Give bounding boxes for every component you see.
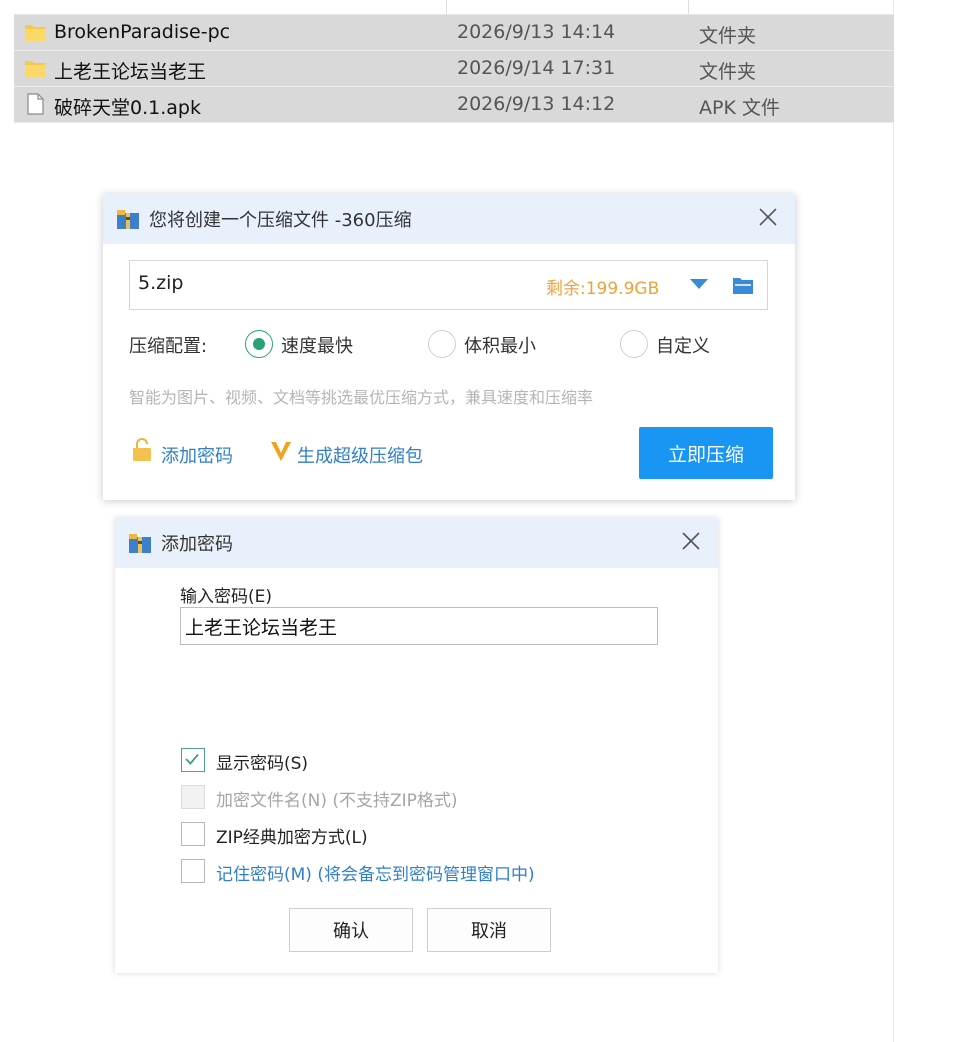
- file-date: 2026/9/13 14:12: [457, 93, 616, 115]
- radio-label[interactable]: 自定义: [656, 332, 710, 358]
- zip-classic-encryption-label[interactable]: ZIP经典加密方式(L): [216, 823, 368, 848]
- file-icon: [27, 93, 44, 115]
- add-password-link[interactable]: 添加密码: [161, 442, 233, 468]
- dialog-title-bar[interactable]: 您将创建一个压缩文件 -360压缩: [103, 194, 795, 244]
- config-label: 压缩配置:: [129, 336, 208, 357]
- dialog-title: 添加密码: [161, 534, 233, 555]
- filename-input[interactable]: [138, 272, 518, 294]
- folder-icon: [25, 61, 45, 77]
- radio-custom[interactable]: [620, 330, 648, 358]
- encrypt-filename-label: 加密文件名(N) (不支持ZIP格式): [216, 791, 458, 811]
- password-input[interactable]: [180, 607, 658, 645]
- file-list: BrokenParadise-pc 2026/9/13 14:14 文件夹 上老…: [14, 0, 894, 123]
- radio-fastest[interactable]: [245, 330, 273, 358]
- radio-label[interactable]: 速度最快: [281, 332, 353, 358]
- remember-password-checkbox[interactable]: [181, 859, 205, 883]
- chevron-down-icon[interactable]: [690, 279, 708, 289]
- cancel-button[interactable]: 取消: [427, 908, 551, 952]
- file-type: 文件夹: [699, 61, 757, 83]
- file-date: 2026/9/13 14:14: [457, 21, 616, 43]
- archive-app-icon: [129, 534, 151, 553]
- file-row[interactable]: 破碎天堂0.1.apk 2026/9/13 14:12 APK 文件: [14, 87, 894, 123]
- column-separator[interactable]: [446, 0, 447, 14]
- file-date: 2026/9/14 17:31: [457, 57, 616, 79]
- super-package-link[interactable]: 生成超级压缩包: [297, 442, 423, 468]
- encrypt-filename-checkbox: [181, 785, 205, 809]
- hint-text: 智能为图片、视频、文档等挑选最优压缩方式，兼具速度和压缩率: [129, 388, 594, 407]
- lock-icon: [133, 438, 151, 461]
- dialog-title-bar[interactable]: 添加密码: [115, 518, 718, 568]
- file-type: APK 文件: [699, 97, 780, 119]
- zip-classic-encryption-checkbox[interactable]: [181, 822, 205, 846]
- confirm-button[interactable]: 确认: [289, 908, 413, 952]
- close-icon[interactable]: [755, 204, 781, 230]
- show-password-label[interactable]: 显示密码(S): [216, 749, 308, 774]
- password-input-label: 输入密码(E): [180, 587, 273, 607]
- file-type: 文件夹: [699, 25, 757, 47]
- folder-icon: [25, 25, 45, 41]
- check-icon: [185, 753, 199, 765]
- super-package-icon: [271, 442, 291, 461]
- file-list-header: [14, 0, 894, 15]
- file-row[interactable]: BrokenParadise-pc 2026/9/13 14:14 文件夹: [14, 15, 894, 51]
- window-edge: [893, 0, 894, 1042]
- file-name: BrokenParadise-pc: [54, 21, 231, 43]
- radio-smallest[interactable]: [428, 330, 456, 358]
- compress-now-button[interactable]: 立即压缩: [639, 427, 773, 479]
- free-space-label: 剩余:199.9GB: [546, 279, 660, 299]
- column-separator[interactable]: [688, 0, 689, 14]
- dialog-title: 您将创建一个压缩文件 -360压缩: [149, 210, 412, 231]
- browse-folder-icon[interactable]: [730, 272, 756, 298]
- close-icon[interactable]: [678, 528, 704, 554]
- file-row[interactable]: 上老王论坛当老王 2026/9/14 17:31 文件夹: [14, 51, 894, 87]
- password-dialog: 添加密码 输入密码(E) 显示密码(S) 加密文件名(N) (不支持ZIP格式)…: [115, 518, 718, 973]
- archive-app-icon: [117, 210, 139, 229]
- output-path-field: 剩余:199.9GB: [129, 260, 768, 310]
- show-password-checkbox[interactable]: [181, 748, 205, 772]
- compress-dialog: 您将创建一个压缩文件 -360压缩 剩余:199.9GB 压缩配置: 速度最快 …: [103, 194, 795, 500]
- radio-label[interactable]: 体积最小: [464, 332, 536, 358]
- remember-password-label[interactable]: 记住密码(M) (将会备忘到密码管理窗口中): [216, 860, 535, 885]
- file-name: 破碎天堂0.1.apk: [54, 97, 201, 119]
- file-name: 上老王论坛当老王: [54, 61, 207, 83]
